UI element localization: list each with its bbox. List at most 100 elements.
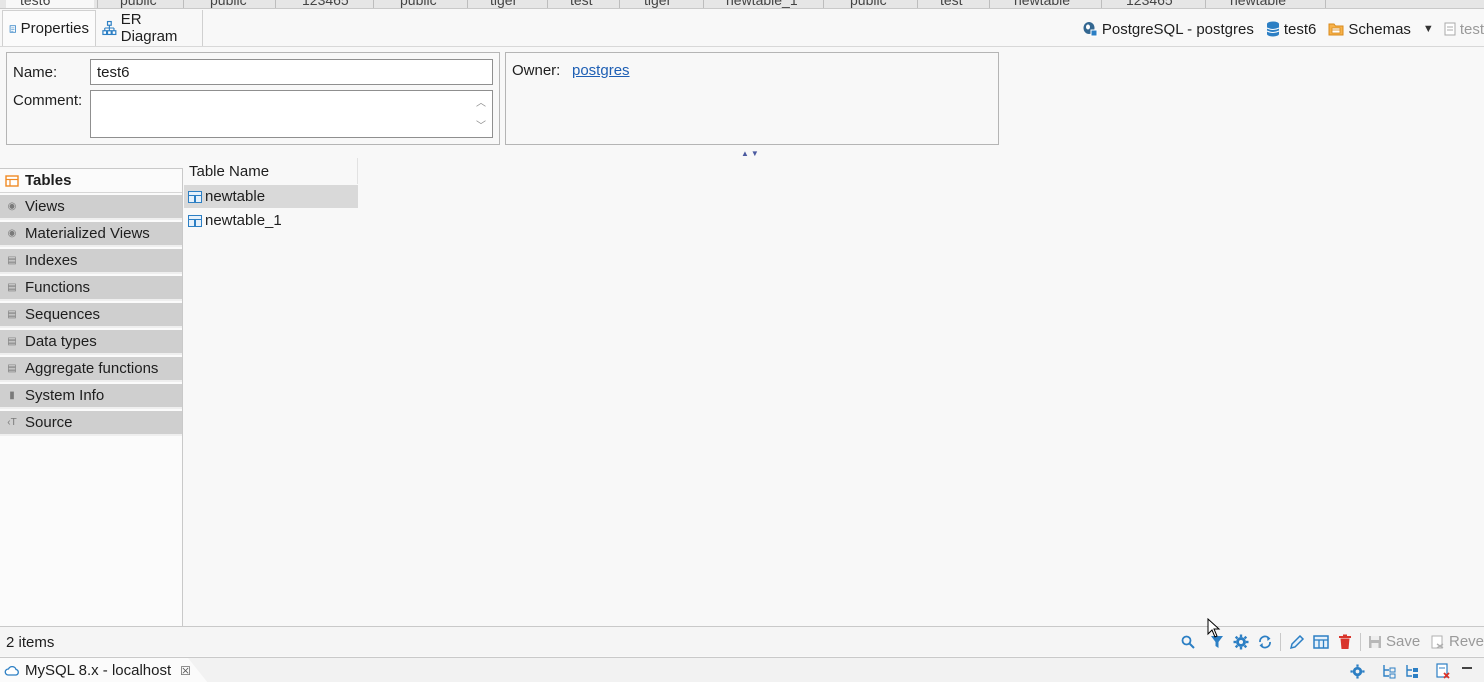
gear-icon[interactable] [1232, 633, 1250, 651]
breadcrumb-database[interactable]: test6 [1266, 21, 1316, 38]
breadcrumb-dropdown[interactable]: ▼ [1423, 23, 1434, 35]
schema-page-icon [1444, 22, 1456, 36]
owner-label: Owner: [512, 62, 561, 79]
editor-tab-tiger-2[interactable]: tiger [624, 0, 704, 8]
category-materialized-views[interactable]: ◉ Materialized Views [0, 222, 182, 247]
expand-tree-icon[interactable] [1380, 662, 1398, 680]
er-diagram-icon [102, 20, 117, 36]
item-count: 2 items [6, 634, 55, 651]
tab-er-diagram[interactable]: ER Diagram [96, 10, 203, 46]
category-label: Indexes [25, 252, 78, 269]
eye-icon: ◉ [7, 227, 17, 239]
table-name-column-header[interactable]: Table Name [183, 158, 358, 184]
edit-pencil-icon[interactable] [1288, 633, 1306, 651]
table-icon [188, 190, 202, 203]
save-button[interactable]: Save [1368, 633, 1420, 650]
collapse-tree-icon[interactable] [1403, 662, 1421, 680]
editor-tab-public-3[interactable]: public [378, 0, 468, 8]
status-toolbar: 2 items Save Rever [0, 626, 1484, 656]
owner-link[interactable]: postgres [572, 62, 630, 79]
editor-tab-newtable-2[interactable]: newtable [1210, 0, 1326, 8]
category-label: Sequences [25, 306, 101, 323]
chevron-down-icon: ▼ [1422, 23, 1434, 35]
info-icon: ▮ [9, 389, 15, 401]
category-source[interactable]: ‹T Source [0, 411, 182, 436]
category-system-info[interactable]: ▮ System Info [0, 384, 182, 409]
category-sequences[interactable]: ▤ Sequences [0, 303, 182, 328]
table-folder-icon [5, 174, 19, 187]
category-label: Source [25, 414, 73, 431]
editor-tab-123465[interactable]: 123465 [280, 0, 374, 8]
category-label: Tables [25, 172, 72, 189]
editor-tab-test6[interactable]: test6 [6, 0, 98, 8]
editor-tab-newtable-1[interactable]: newtable_1 [706, 0, 824, 8]
save-icon [1369, 635, 1381, 648]
name-input[interactable] [90, 59, 493, 85]
editor-tab-newtable[interactable]: newtable [994, 0, 1102, 8]
table-icon [188, 214, 202, 227]
search-icon[interactable] [1179, 633, 1197, 651]
editor-tab-test-2[interactable]: test [920, 0, 990, 8]
collapse-properties-toggle[interactable]: ▲▼ [741, 149, 761, 158]
source-icon: ‹T [7, 416, 17, 428]
table-row[interactable]: newtable [184, 185, 358, 208]
folder-icon: ▤ [7, 335, 17, 347]
tab-properties-label: Properties [20, 20, 89, 37]
editor-tab-public-2[interactable]: public [188, 0, 276, 8]
postgresql-icon [1083, 22, 1098, 37]
create-table-icon[interactable] [1312, 633, 1330, 651]
category-aggregate-functions[interactable]: ▤ Aggregate functions [0, 357, 182, 382]
breadcrumb: PostgreSQL - postgres test6 Schemas ▼ te… [1082, 18, 1484, 40]
toolbar-separator [1360, 633, 1361, 651]
folder-icon: ▤ [7, 254, 17, 266]
editor-tab-tiger[interactable]: tiger [470, 0, 548, 8]
category-label: System Info [25, 387, 105, 404]
tab-mysql-localhost[interactable]: MySQL 8.x - localhost ☒ [0, 658, 208, 682]
tab-properties[interactable]: Properties [2, 10, 96, 46]
disconnect-icon[interactable] [1434, 662, 1452, 680]
category-functions[interactable]: ▤ Functions [0, 276, 182, 301]
editor-tab-public-4[interactable]: public [830, 0, 918, 8]
revert-button[interactable]: Rever [1431, 633, 1484, 650]
breadcrumb-next[interactable]: test [1444, 21, 1484, 38]
breadcrumb-schemas[interactable]: Schemas [1328, 21, 1411, 38]
breadcrumb-connection[interactable]: PostgreSQL - postgres [1082, 21, 1254, 38]
table-row-name: newtable [205, 188, 266, 205]
table-row[interactable]: newtable_1 [184, 209, 358, 232]
category-label: Functions [25, 279, 91, 296]
save-label: Save [1386, 633, 1421, 650]
delete-trash-icon[interactable] [1336, 633, 1354, 651]
category-data-types[interactable]: ▤ Data types [0, 330, 182, 355]
folder-icon: ▤ [7, 362, 17, 374]
mouse-cursor-icon [1207, 618, 1221, 638]
folder-icon: ▤ [7, 308, 17, 320]
revert-icon [1431, 635, 1444, 649]
settings-gear-icon[interactable] [1348, 662, 1366, 680]
category-tables[interactable]: Tables [0, 168, 182, 193]
editor-tab-123465-2[interactable]: 123465 [1106, 0, 1206, 8]
category-views[interactable]: ◉ Views [0, 195, 182, 220]
table-row-name: newtable_1 [205, 212, 282, 229]
editor-tab-public[interactable]: public [100, 0, 184, 8]
close-icon[interactable]: ☒ [180, 664, 191, 678]
database-icon [1266, 21, 1280, 37]
breadcrumb-schemas-label: Schemas [1348, 20, 1411, 38]
category-label: Data types [25, 333, 97, 350]
editor-tab-test[interactable]: test [550, 0, 620, 8]
editor-tab-strip: test6 public public 123465 public tiger … [0, 0, 1484, 9]
revert-label: Rever [1449, 633, 1484, 650]
minimize-icon[interactable] [1458, 662, 1476, 680]
category-indexes[interactable]: ▤ Indexes [0, 249, 182, 274]
scroll-up-icon[interactable]: ︿ [476, 94, 486, 109]
refresh-icon[interactable] [1256, 633, 1274, 651]
category-label: Aggregate functions [25, 360, 159, 377]
eye-icon: ◉ [7, 200, 17, 212]
tab-er-diagram-label: ER Diagram [120, 11, 178, 45]
toolbar-separator [1280, 633, 1281, 651]
bottom-view-strip: MySQL 8.x - localhost ☒ [0, 657, 1484, 682]
scroll-down-icon[interactable]: ﹀ [476, 117, 486, 132]
comment-textarea[interactable]: ︿ ﹀ [90, 90, 493, 138]
folder-icon: ▤ [7, 281, 17, 293]
breadcrumb-next-label: test [1459, 20, 1484, 38]
schemas-folder-icon [1328, 23, 1344, 36]
